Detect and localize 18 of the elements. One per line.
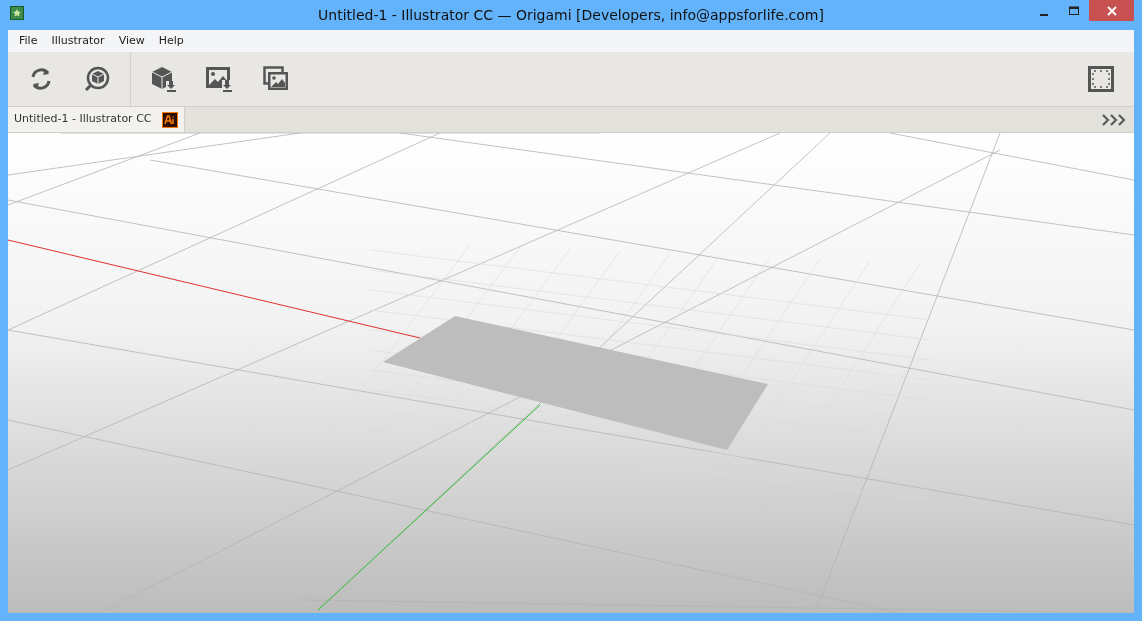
cube-download-icon [150,65,178,93]
dashed-frame-icon [1088,66,1114,92]
maximize-icon [1068,5,1080,16]
menu-item[interactable]: Illustrator [44,32,112,50]
menu-item[interactable]: File [12,32,45,50]
window-title: Untitled-1 - Illustrator CC — Origami [Developers, info@appsforlife.com] [318,5,824,25]
chevrons-icon [1102,113,1126,126]
document-tab[interactable]: Untitled-1 - Illustrator CC [8,107,185,132]
magnified-cube-icon [84,66,110,92]
menu-item[interactable]: Help [151,32,191,50]
menu-item[interactable]: View [111,32,152,50]
minimize-icon [1040,13,1048,16]
close-button[interactable] [1089,0,1134,21]
illustrator-file-icon [161,111,178,128]
images-icon [263,66,289,92]
app-icon [10,6,24,20]
close-icon [1105,5,1118,16]
image-download-icon [206,65,234,93]
